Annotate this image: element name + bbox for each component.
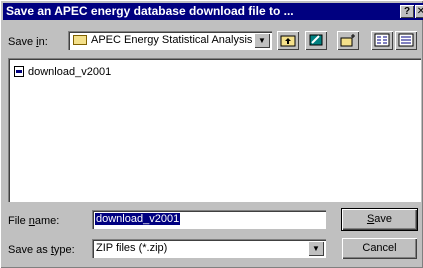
file-name-input[interactable]: download_v2001 <box>92 210 326 229</box>
up-one-level-icon <box>280 35 296 47</box>
save-in-value: APEC Energy Statistical Analysis T <box>91 34 262 46</box>
cancel-button[interactable]: Cancel <box>342 238 417 259</box>
save-in-label: Save in: <box>8 36 48 48</box>
details-view-icon <box>398 33 414 47</box>
desktop-button[interactable] <box>305 31 327 50</box>
title-bar[interactable]: Save an APEC energy database download fi… <box>3 3 423 20</box>
list-view-icon <box>374 33 390 47</box>
desktop-icon <box>309 34 323 46</box>
help-button[interactable]: ? <box>400 5 414 18</box>
file-icon <box>14 66 24 77</box>
save-as-type-label: Save as type: <box>8 244 75 256</box>
file-name-label: File name: <box>8 215 60 227</box>
file-name-value: download_v2001 <box>95 213 181 225</box>
file-list[interactable]: download_v2001 <box>8 58 421 202</box>
close-button[interactable]: ✕ <box>415 5 423 18</box>
save-button[interactable]: Save <box>342 209 417 230</box>
folder-icon <box>73 35 87 45</box>
save-as-type-value: ZIP files (*.zip) <box>96 242 168 254</box>
dialog-title: Save an APEC energy database download fi… <box>6 4 294 18</box>
new-folder-icon <box>340 34 355 47</box>
new-folder-button[interactable] <box>337 31 359 50</box>
save-dialog: Save an APEC energy database download fi… <box>0 0 423 268</box>
chevron-down-icon[interactable]: ▼ <box>308 241 324 256</box>
file-name-text: download_v2001 <box>28 66 112 78</box>
list-view-button[interactable] <box>371 31 393 50</box>
save-as-type-dropdown[interactable]: ZIP files (*.zip) ▼ <box>92 239 326 258</box>
details-view-button[interactable] <box>395 31 417 50</box>
up-one-level-button[interactable] <box>277 31 299 50</box>
list-item[interactable]: download_v2001 <box>14 66 111 78</box>
chevron-down-icon[interactable]: ▼ <box>254 33 270 48</box>
save-in-dropdown[interactable]: APEC Energy Statistical Analysis T ▼ <box>68 31 272 50</box>
